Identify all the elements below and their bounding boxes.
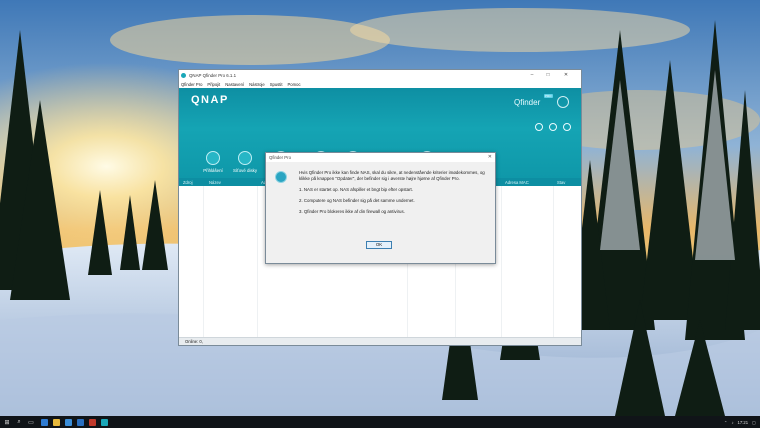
qnap-logo: QNAP xyxy=(191,94,229,106)
notifications-icon[interactable]: ▢ xyxy=(752,420,756,425)
system-tray: ⌃ ♪ 17:21 ▢ xyxy=(720,416,756,428)
search-icon[interactable] xyxy=(557,96,569,108)
info-icon[interactable] xyxy=(563,123,571,131)
minimize-button[interactable]: – xyxy=(525,70,539,80)
menu-bar: Qfinder Pro Připojit Nastavení Nástroje … xyxy=(179,80,581,88)
edge-icon[interactable] xyxy=(41,418,48,426)
refresh-icon[interactable] xyxy=(535,123,543,131)
store-icon[interactable] xyxy=(65,418,72,426)
col-source[interactable]: Zdroj xyxy=(183,180,193,185)
dialog-item-3: 3. Qfinder Pro blokeres ikke af din fire… xyxy=(299,209,405,214)
dialog-item-2: 2. Computere og NAS befinder sig på det … xyxy=(299,198,415,203)
globe-icon[interactable] xyxy=(549,123,557,131)
status-bar: Online: 0, xyxy=(179,337,581,345)
column-divider xyxy=(553,186,554,337)
menu-run[interactable]: Spustit xyxy=(270,82,283,87)
app-icon[interactable] xyxy=(89,418,96,426)
pro-badge: PRO xyxy=(544,94,553,98)
clock[interactable]: 17:21 xyxy=(738,420,748,425)
col-mac[interactable]: Adresa MAC xyxy=(505,180,529,185)
explorer-icon[interactable] xyxy=(53,418,60,426)
menu-help-label[interactable]: Pomoc xyxy=(288,82,301,87)
window-title: QNAP Qfinder Pro 6.1.1 xyxy=(189,72,237,78)
status-text: Online: 0, xyxy=(185,339,203,344)
dialog-item-1: 1. NAS er startet op. NAS afspiller et b… xyxy=(299,187,413,192)
column-divider xyxy=(501,186,502,337)
column-divider xyxy=(257,186,258,337)
close-button[interactable]: ✕ xyxy=(559,70,573,80)
dialog-message: Hvis Qfinder Pro ikke kan finde NAS, ska… xyxy=(299,170,489,220)
login-label: Přihlášení xyxy=(203,168,223,173)
taskbar: ⊞ ⌕ ▭ ⌃ ♪ 17:21 ▢ xyxy=(0,416,760,428)
network-drives-button[interactable]: Síťové disky xyxy=(225,151,265,173)
mail-icon[interactable] xyxy=(77,418,84,426)
maximize-button[interactable]: □ xyxy=(541,70,555,80)
login-icon xyxy=(206,151,220,165)
dialog-titlebar[interactable]: Qfinder Pro ✕ xyxy=(266,153,495,162)
network-icon[interactable]: ⌃ xyxy=(724,420,728,425)
search-icon[interactable]: ⌕ xyxy=(14,417,24,427)
dialog-title: Qfinder Pro xyxy=(269,155,291,160)
menu-connect[interactable]: Připojit xyxy=(207,82,220,87)
qfinder-brand: Qfinder xyxy=(514,98,541,107)
window-titlebar[interactable]: QNAP Qfinder Pro 6.1.1 – □ ✕ xyxy=(179,70,581,80)
menu-settings[interactable]: Nastavení xyxy=(225,82,244,87)
menu-tools[interactable]: Nástroje xyxy=(249,82,265,87)
qfinder-icon[interactable] xyxy=(101,418,108,426)
ok-button[interactable]: OK xyxy=(366,241,392,249)
volume-icon[interactable]: ♪ xyxy=(731,420,733,425)
col-name[interactable]: Název xyxy=(209,180,221,185)
col-status[interactable]: Stav xyxy=(557,180,565,185)
qfinder-info-icon xyxy=(275,171,287,183)
dialog-close-icon[interactable]: ✕ xyxy=(488,153,492,162)
info-dialog: Qfinder Pro ✕ Hvis Qfinder Pro ikke kan … xyxy=(265,152,496,264)
column-divider xyxy=(203,186,204,337)
start-icon[interactable]: ⊞ xyxy=(2,417,12,427)
network-drives-label: Síťové disky xyxy=(232,168,258,173)
menu-qfinder-pro[interactable]: Qfinder Pro xyxy=(181,82,202,87)
dialog-intro: Hvis Qfinder Pro ikke kan finde NAS, ska… xyxy=(299,170,485,181)
task-view-icon[interactable]: ▭ xyxy=(26,417,36,427)
qfinder-app-icon xyxy=(181,72,186,78)
network-drive-icon xyxy=(238,151,252,165)
